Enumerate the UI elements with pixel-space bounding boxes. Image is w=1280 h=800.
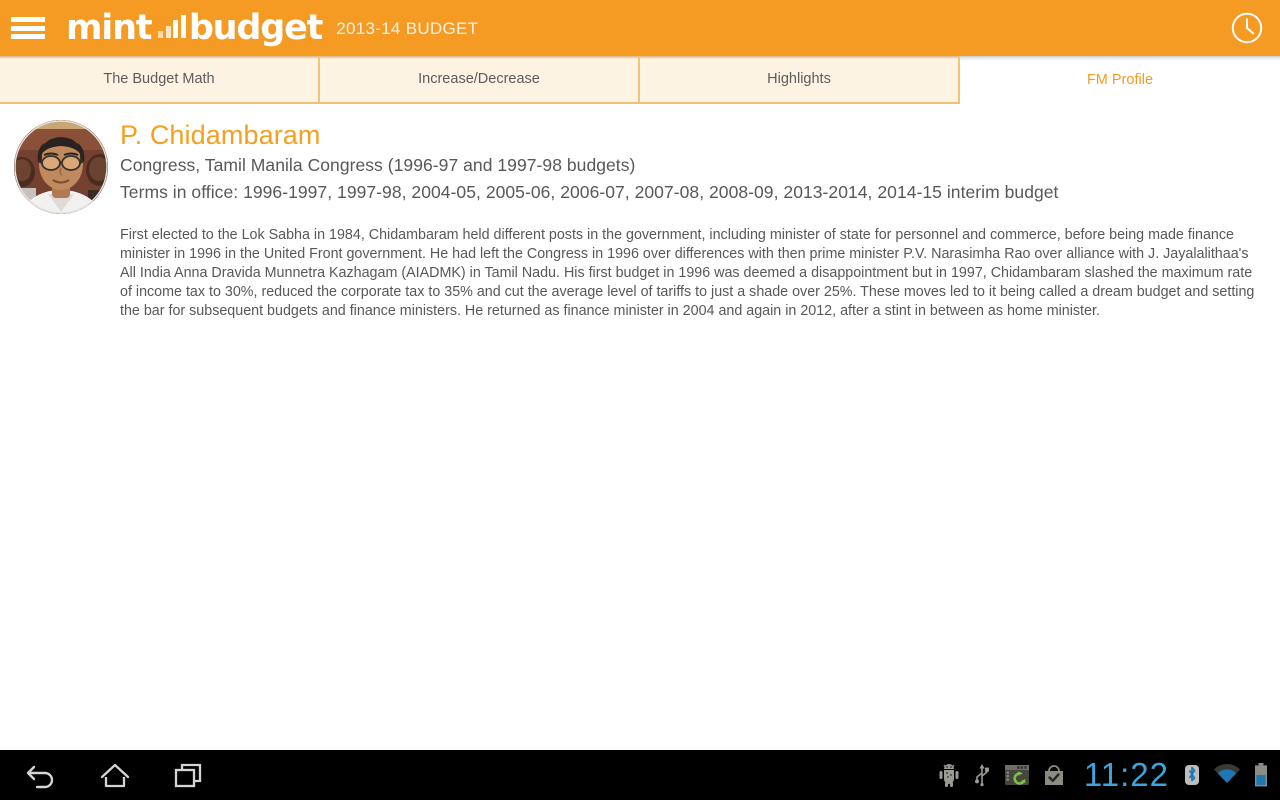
battery-icon bbox=[1255, 763, 1267, 787]
android-debug-icon bbox=[939, 764, 959, 787]
bar-chart-bar bbox=[165, 25, 171, 38]
clock-icon[interactable] bbox=[1230, 11, 1264, 45]
app-logo[interactable]: mint budget bbox=[66, 7, 324, 48]
tab-label: Highlights bbox=[767, 71, 831, 87]
tab-fm-profile[interactable]: FM Profile bbox=[960, 56, 1280, 104]
fm-profile-panel: P. Chidambaram Congress, Tamil Manila Co… bbox=[0, 104, 1280, 750]
recent-apps-icon[interactable] bbox=[172, 760, 206, 790]
tab-bar: The Budget Math Increase/Decrease Highli… bbox=[0, 56, 1280, 104]
hamburger-menu-icon[interactable] bbox=[10, 15, 46, 41]
wifi-icon bbox=[1214, 763, 1240, 783]
brand-mint-text: mint bbox=[66, 7, 153, 48]
hamburger-bar bbox=[11, 17, 45, 22]
bar-chart-bar bbox=[158, 30, 164, 38]
fm-party: Congress, Tamil Manila Congress (1996-97… bbox=[120, 155, 636, 175]
header-subtitle: 2013-14 BUDGET bbox=[336, 19, 479, 38]
android-navigation-bar: 11:22 bbox=[0, 750, 1280, 800]
status-tray[interactable]: 11:22 bbox=[938, 755, 1280, 793]
profile-header: P. Chidambaram Congress, Tamil Manila Co… bbox=[0, 104, 1280, 214]
app-header: mint budget 2013-14 BUDGET bbox=[0, 0, 1280, 56]
status-bar-clock: 11:22 bbox=[1083, 755, 1169, 793]
tab-label: The Budget Math bbox=[103, 71, 215, 87]
play-store-checkmark-icon bbox=[1044, 765, 1063, 785]
hamburger-bar bbox=[11, 34, 45, 39]
tab-label: FM Profile bbox=[1086, 72, 1154, 88]
usb-icon bbox=[974, 764, 989, 787]
tab-the-budget-math[interactable]: The Budget Math bbox=[0, 56, 320, 104]
back-arrow-icon[interactable] bbox=[24, 760, 58, 790]
brand-budget-text: budget bbox=[188, 7, 324, 48]
nav-buttons bbox=[0, 760, 206, 790]
fm-biography: First elected to the Lok Sabha in 1984, … bbox=[120, 227, 1255, 319]
fm-name: P. Chidambaram bbox=[120, 120, 321, 150]
fm-terms-in-office: Terms in office: 1996-1997, 1997-98, 200… bbox=[120, 182, 1059, 202]
bar-chart-bar bbox=[180, 14, 186, 38]
software-update-icon bbox=[1004, 765, 1029, 785]
tab-increase-decrease[interactable]: Increase/Decrease bbox=[320, 56, 640, 104]
hamburger-bar bbox=[11, 25, 45, 31]
bar-chart-icon bbox=[158, 14, 186, 38]
home-icon[interactable] bbox=[98, 760, 132, 790]
tab-highlights[interactable]: Highlights bbox=[640, 56, 960, 104]
fm-portrait-avatar bbox=[14, 120, 108, 214]
bar-chart-bar bbox=[173, 19, 179, 38]
tab-label: Increase/Decrease bbox=[418, 71, 540, 87]
bluetooth-icon bbox=[1185, 765, 1199, 785]
profile-text-block: P. Chidambaram Congress, Tamil Manila Co… bbox=[120, 118, 1058, 206]
